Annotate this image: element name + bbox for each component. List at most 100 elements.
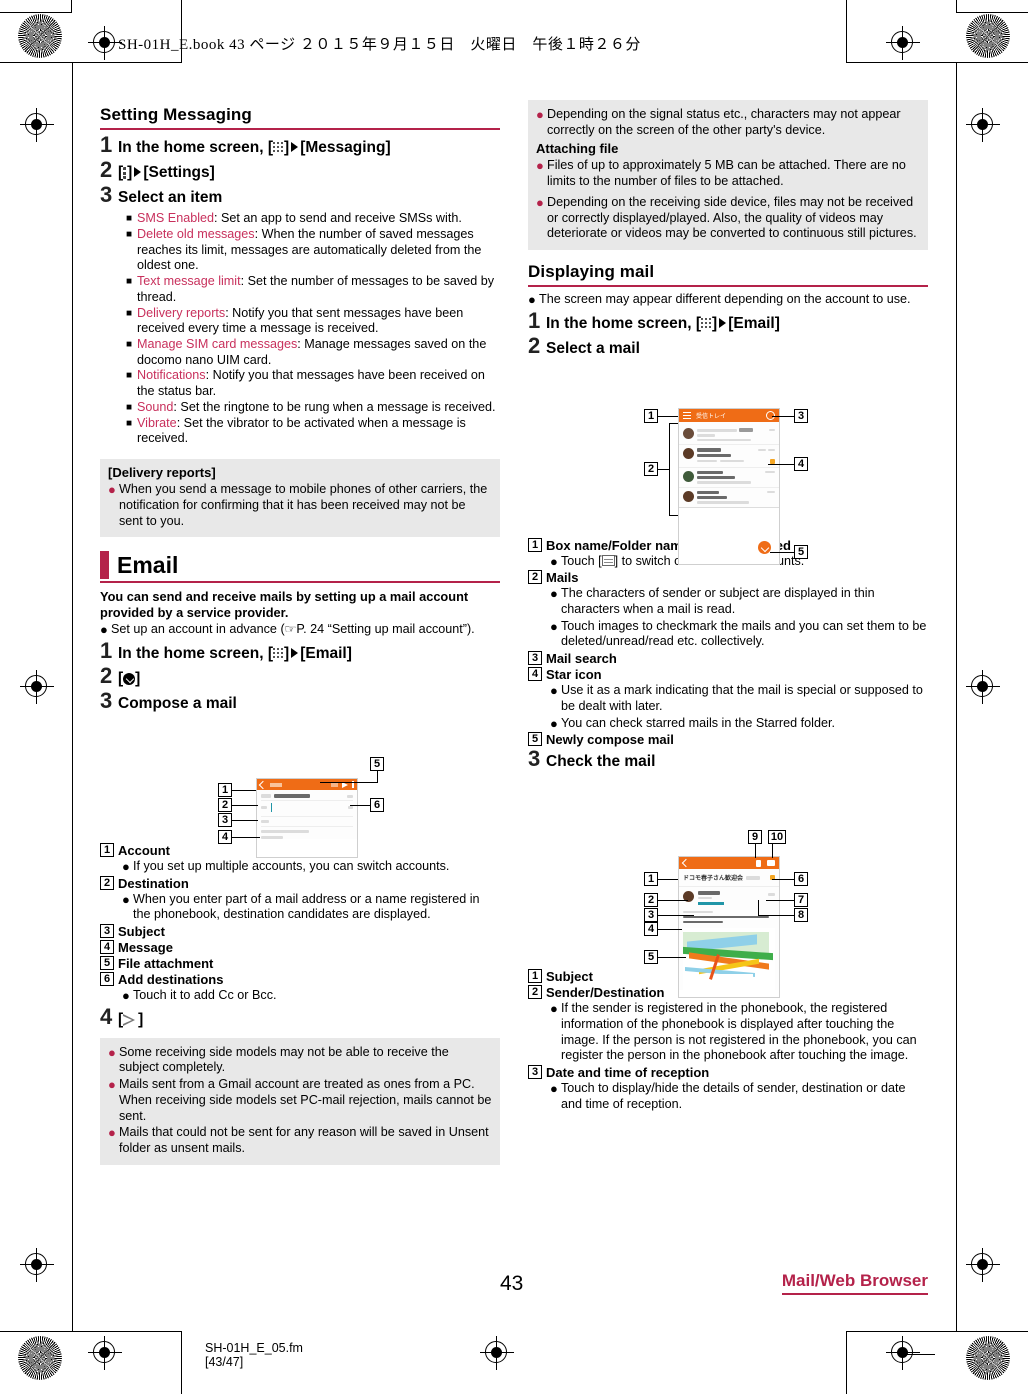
play-arrow-icon (134, 167, 142, 177)
mail-inbox-screenshot[interactable]: 受信トレイ (678, 408, 780, 565)
note-bullet: ● Depending on the signal status etc., ch… (536, 107, 901, 137)
callout-badge-2: 2 (218, 798, 232, 812)
callout-leader (658, 879, 678, 880)
inbox-callout-list: 1 Box name/Folder name being displayed ● T… (528, 537, 928, 747)
crop-mark-footer-dash (905, 1354, 935, 1355)
callout-badge: 4 (528, 667, 542, 682)
note-bullet: ● Some receiving side models may not be a… (108, 1044, 449, 1075)
callout-label: Add destinations (118, 972, 224, 988)
compose-circle-icon (123, 672, 136, 685)
callout-label: Subject (118, 924, 165, 940)
callout-badge: 3 (528, 1065, 542, 1080)
compose-mail-screenshot[interactable] (256, 778, 358, 858)
callout-bullet: ● Touch images to checkmark the mails and… (550, 618, 927, 649)
registration-mark-right-mid (966, 670, 1000, 704)
callout-badge-8: 8 (794, 908, 808, 922)
compose-callout-list: 1 Account ● If you set up multiple account… (100, 842, 500, 1004)
inbox-appbar: 受信トレイ (679, 409, 779, 422)
mail-detail-screenshot[interactable]: ドコモ春子さん歓迎会 (678, 856, 780, 998)
sender-row[interactable] (679, 887, 779, 909)
list-item: ■ SMS Enabled: Set an app to send and rec… (126, 211, 462, 225)
step-number: 3 (100, 182, 113, 207)
callout-badge-2: 2 (644, 893, 658, 907)
subject-row[interactable] (261, 820, 353, 823)
list-item[interactable] (679, 445, 779, 467)
step-text-pre: In the home screen, [ (118, 644, 274, 662)
page-number: 43 (500, 1272, 524, 1295)
callout-leader (768, 464, 794, 465)
crop-mark-tr-v2 (956, 0, 957, 13)
callout-bullet: ● If the sender is registered in the phon… (550, 1001, 917, 1063)
section-title-displaying-mail: Displaying mail (528, 261, 655, 281)
left-column: Setting Messaging 1 In the home screen, … (100, 105, 500, 1173)
mark-unread-icon[interactable] (767, 860, 775, 866)
step-text-pre: In the home screen, [ (118, 139, 274, 156)
star-icon[interactable] (770, 458, 775, 464)
step-text-mid: ] (284, 139, 290, 156)
step-text-mid: ] (284, 644, 290, 662)
step-text-post: [Settings] (143, 164, 215, 181)
list-item: ■ Manage SIM card messages: Manage messag… (126, 336, 487, 367)
attach-file-icon[interactable] (331, 782, 338, 787)
registration-mark-right (966, 108, 1000, 142)
note-bullet: ● Depending on the receiving side device,… (536, 194, 917, 241)
callout-label: Mails (546, 570, 579, 586)
delete-trash-icon[interactable] (756, 859, 761, 867)
callout-bullet: ● Use it as a mark indicating that the ma… (550, 683, 923, 713)
step-text-mid: ] (127, 164, 133, 181)
crop-mark-bl-v (181, 1331, 182, 1394)
callout-label: Destination (118, 875, 189, 891)
item-keyword: Vibrate (137, 415, 177, 430)
attached-image[interactable] (683, 928, 775, 990)
account-row[interactable] (261, 794, 353, 798)
crop-mark-br-v (846, 1331, 847, 1394)
list-item[interactable] (679, 488, 779, 507)
callout-label: Date and time of reception (546, 1065, 710, 1081)
callout-badge-3: 3 (794, 409, 808, 423)
crop-mark-tr-v (846, 0, 847, 63)
hamburger-list-icon[interactable] (683, 412, 691, 419)
list-item[interactable] (679, 468, 779, 487)
note-bullet: ● Mails that could not be sent for any re… (108, 1125, 489, 1155)
step-1-displaying: 1 In the home screen, [] [Email] (528, 309, 928, 334)
step-text-mid: ] (712, 314, 718, 332)
section-title-email: Email (117, 552, 179, 579)
step-3-email: 3 Compose a mail (100, 689, 500, 714)
registration-mark-tr (886, 26, 920, 60)
destination-row[interactable] (261, 803, 353, 812)
callout-badge-9: 9 (748, 830, 762, 844)
hamburger-list-icon (601, 554, 615, 566)
step-number: 2 (100, 157, 113, 182)
callout-leader (232, 837, 260, 838)
step-3-displaying: 3 Check the mail (528, 748, 928, 772)
callout-leader (766, 900, 794, 901)
back-arrow-icon[interactable] (258, 780, 268, 789)
section-accent-bar (100, 551, 109, 580)
note-heading: [Delivery reports] (108, 465, 216, 481)
lead-bullet-ref: P. 24 “Setting up mail account”). (296, 622, 475, 637)
step-number: 2 (100, 662, 113, 688)
item-desc: : Set the ringtone to be rung when a mes… (173, 399, 496, 414)
registration-mark-tl (88, 26, 122, 60)
list-item[interactable] (679, 425, 779, 444)
callout-badge-4: 4 (218, 830, 232, 844)
compose-title (270, 782, 282, 787)
play-arrow-icon (291, 142, 299, 152)
registration-mark-left-mid (20, 670, 54, 704)
callout-leader (658, 416, 678, 417)
starburst-mark-bottom-right (966, 1336, 1010, 1380)
back-arrow-icon[interactable] (681, 858, 691, 868)
callout-bullet: ● When you enter part of a mail address o… (122, 891, 480, 922)
step-number: 2 (528, 332, 541, 358)
step-text-pre: In the home screen, [ (546, 314, 702, 332)
callout-leader (669, 515, 678, 516)
callout-badge-5: 5 (370, 757, 384, 771)
callout-badge: 2 (100, 875, 114, 890)
list-item: ■ Notifications: Notify you that messages… (126, 368, 485, 399)
callout-badge-1: 1 (218, 783, 232, 797)
step-text-post: [Email] (728, 314, 780, 332)
step-text-mid: ] (135, 669, 141, 687)
note-bullet: ● Mails sent from a Gmail account are tre… (108, 1077, 492, 1123)
message-row[interactable] (261, 830, 353, 839)
callout-leader (232, 805, 258, 806)
